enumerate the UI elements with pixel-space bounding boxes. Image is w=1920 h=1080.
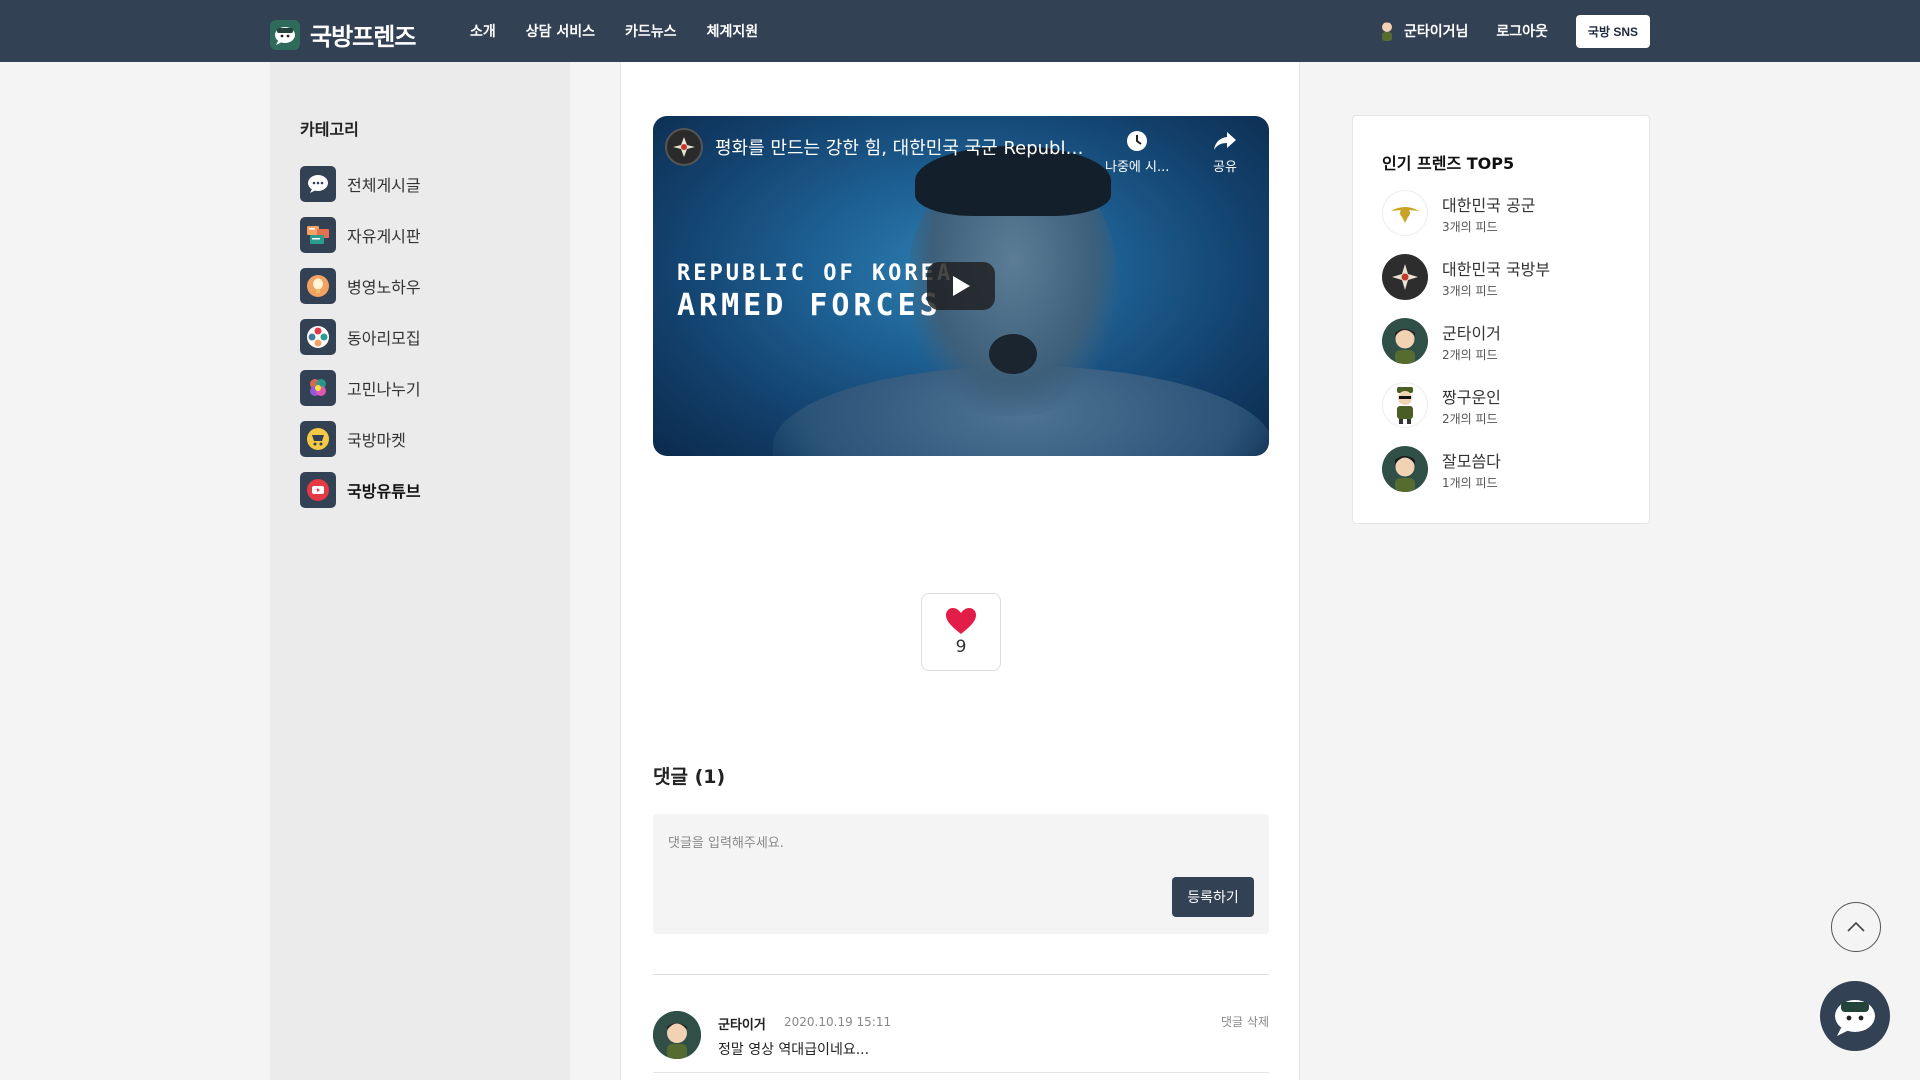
comment-author[interactable]: 군타이거 (718, 1014, 766, 1033)
chat-mascot-icon (1835, 1000, 1875, 1036)
category-item-share-worries[interactable]: 고민나누기 (300, 370, 421, 406)
category-item-defense-youtube[interactable]: 국방유튜브 (300, 472, 421, 508)
popular-friends-panel: 인기 프렌즈 TOP5 대한민국 공군 3개의 피드 대한민국 국방부 3개의 … (1352, 115, 1650, 524)
play-icon (953, 276, 970, 296)
friend-name: 대한민국 국방부 (1442, 259, 1551, 279)
board-icon (300, 217, 336, 253)
divider (653, 1072, 1269, 1073)
nav-cardnews-link[interactable]: 카드뉴스 (625, 21, 677, 41)
share-label: 공유 (1213, 160, 1237, 175)
colorful-petals-icon (300, 370, 336, 406)
heart-icon (946, 608, 976, 634)
overlay-line-2: ARMED FORCES (677, 288, 942, 323)
defense-sns-button[interactable]: 국방 SNS (1575, 14, 1650, 48)
panel-title: 인기 프렌즈 TOP5 (1382, 154, 1515, 173)
nav-counseling-link[interactable]: 상담 서비스 (526, 21, 595, 41)
category-label: 자유게시판 (347, 227, 421, 246)
main-menu: 소개 상담 서비스 카드뉴스 체계지원 (470, 0, 758, 62)
comment-form: 등록하기 (653, 814, 1269, 934)
category-item-club-recruit[interactable]: 동아리모집 (300, 319, 421, 355)
avatar (1382, 318, 1428, 364)
chevron-up-icon (1847, 921, 1865, 932)
category-label: 병영노하우 (347, 278, 421, 297)
comment-delete-link[interactable]: 댓글 삭제 (1221, 1013, 1269, 1030)
youtube-icon (300, 472, 336, 508)
category-label: 국방유튜브 (347, 482, 421, 501)
ranking-item[interactable]: 잘모씀다 1개의 피드 (1382, 446, 1550, 492)
channel-emblem-icon[interactable] (665, 128, 703, 166)
clock-icon (1127, 131, 1148, 151)
category-sidebar: 카테고리 전체게시글 자유게시판 병영노하우 동아리모집 고민나누기 국방마켓 … (270, 62, 570, 1080)
circle-group-icon (300, 319, 336, 355)
comment-item: 군타이거 2020.10.19 15:11 댓글 삭제 정말 영상 역대급이네요… (653, 1005, 1269, 1075)
nav-intro-link[interactable]: 소개 (470, 21, 496, 41)
ministry-emblem-icon (1382, 254, 1428, 300)
ranking-list: 대한민국 공군 3개의 피드 대한민국 국방부 3개의 피드 군타이거 2개의 … (1382, 190, 1550, 510)
friend-name: 군타이거 (1442, 323, 1501, 343)
share-button[interactable]: 공유 (1213, 130, 1237, 175)
category-label: 국방마켓 (347, 431, 406, 450)
shopping-cart-icon (300, 421, 336, 457)
air-force-emblem-icon (1382, 190, 1428, 236)
comment-date: 2020.10.19 15:11 (784, 1015, 892, 1029)
category-label: 동아리모집 (347, 329, 421, 348)
play-button[interactable] (927, 262, 995, 310)
category-list: 전체게시글 자유게시판 병영노하우 동아리모집 고민나누기 국방마켓 국방유튜브 (300, 166, 421, 523)
scroll-to-top-button[interactable] (1831, 902, 1881, 952)
video-title[interactable]: 평화를 만드는 강한 힘, 대한민국 국군 Republi... (715, 134, 1085, 160)
overlay-line-1: REPUBLIC OF KOREA (677, 261, 954, 286)
category-item-all-posts[interactable]: 전체게시글 (300, 166, 421, 202)
category-item-defense-market[interactable]: 국방마켓 (300, 421, 421, 457)
ranking-item[interactable]: 대한민국 국방부 3개의 피드 (1382, 254, 1550, 300)
friend-name: 짱구운인 (1442, 387, 1501, 407)
nav-user-area: 군타이거님 로그아웃 국방 SNS (1378, 0, 1650, 62)
ranking-item[interactable]: 대한민국 공군 3개의 피드 (1382, 190, 1550, 236)
user-avatar-icon (1381, 22, 1392, 41)
divider (653, 974, 1269, 975)
ranking-item[interactable]: 짱구운인 2개의 피드 (1382, 382, 1550, 428)
comments-title: 댓글 (1) (653, 766, 726, 788)
feed-count: 2개의 피드 (1442, 411, 1498, 426)
user-name: 군타이거님 (1403, 24, 1469, 40)
friends-mascot-icon (270, 19, 300, 50)
feed-count: 3개의 피드 (1442, 283, 1498, 298)
category-item-free-board[interactable]: 자유게시판 (300, 217, 421, 253)
share-arrow-icon (1214, 132, 1236, 150)
like-count: 9 (955, 637, 967, 657)
avatar (1382, 382, 1428, 428)
category-label: 전체게시글 (347, 176, 421, 195)
post-detail: 평화를 만드는 강한 힘, 대한민국 국군 Republi... 나중에 시..… (620, 62, 1300, 1080)
watch-later-label: 나중에 시... (1105, 160, 1170, 175)
nav-system-support-link[interactable]: 체계지원 (707, 21, 759, 41)
category-title: 카테고리 (300, 120, 359, 139)
feed-count: 2개의 피드 (1442, 347, 1498, 362)
comment-submit-button[interactable]: 등록하기 (1172, 877, 1254, 917)
user-profile-link[interactable]: 군타이거님 (1378, 20, 1468, 42)
video-thumbnail-mouth (989, 334, 1037, 374)
feed-count: 1개의 피드 (1442, 475, 1498, 490)
video-overlay-text: REPUBLIC OF KOREA ARMED FORCES (677, 261, 953, 323)
watch-later-button[interactable]: 나중에 시... (1105, 130, 1169, 175)
brand-logo[interactable]: 국방프렌즈 (270, 17, 416, 52)
speech-bubble-icon (300, 166, 336, 202)
avatar (1382, 446, 1428, 492)
avatar[interactable] (653, 1011, 701, 1059)
friend-name: 대한민국 공군 (1442, 195, 1536, 215)
like-button[interactable]: 9 (921, 593, 1001, 671)
top-navbar: 국방프렌즈 소개 상담 서비스 카드뉴스 체계지원 군타이거님 로그아웃 국방 … (0, 0, 1920, 62)
ranking-item[interactable]: 군타이거 2개의 피드 (1382, 318, 1550, 364)
feed-count: 3개의 피드 (1442, 219, 1498, 234)
comment-text: 정말 영상 역대급이네요... (718, 1042, 870, 1058)
logout-link[interactable]: 로그아웃 (1496, 21, 1548, 41)
chatbot-button[interactable] (1820, 981, 1890, 1051)
category-item-barracks-knowhow[interactable]: 병영노하우 (300, 268, 421, 304)
lightbulb-icon (300, 268, 336, 304)
brand-name: 국방프렌즈 (310, 23, 416, 51)
friend-name: 잘모씀다 (1442, 451, 1501, 471)
category-label: 고민나누기 (347, 380, 421, 399)
youtube-video-player[interactable]: 평화를 만드는 강한 힘, 대한민국 국군 Republi... 나중에 시..… (653, 116, 1269, 456)
